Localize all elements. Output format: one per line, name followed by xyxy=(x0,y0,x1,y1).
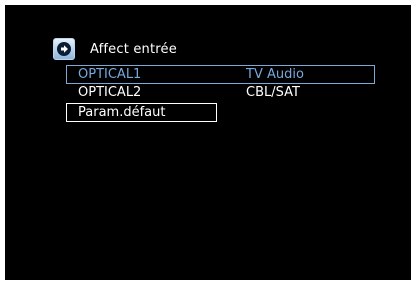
menu-header: Affect entrée xyxy=(53,38,177,60)
menu-item-value: TV Audio xyxy=(246,67,304,82)
menu-item-value: CBL/SAT xyxy=(246,85,300,100)
menu-item-label: OPTICAL2 xyxy=(78,85,142,100)
menu-item-label: OPTICAL1 xyxy=(78,67,142,82)
osd-screen: Affect entrée OPTICAL1 TV Audio OPTICAL2… xyxy=(5,5,411,280)
forward-arrow-icon xyxy=(53,38,75,60)
reset-defaults-label: Param.défaut xyxy=(78,105,166,120)
menu-item-optical1[interactable]: OPTICAL1 TV Audio xyxy=(66,65,375,84)
reset-defaults-button[interactable]: Param.défaut xyxy=(66,103,217,122)
menu-item-optical2[interactable]: OPTICAL2 CBL/SAT xyxy=(66,85,375,101)
page-title: Affect entrée xyxy=(90,41,177,57)
